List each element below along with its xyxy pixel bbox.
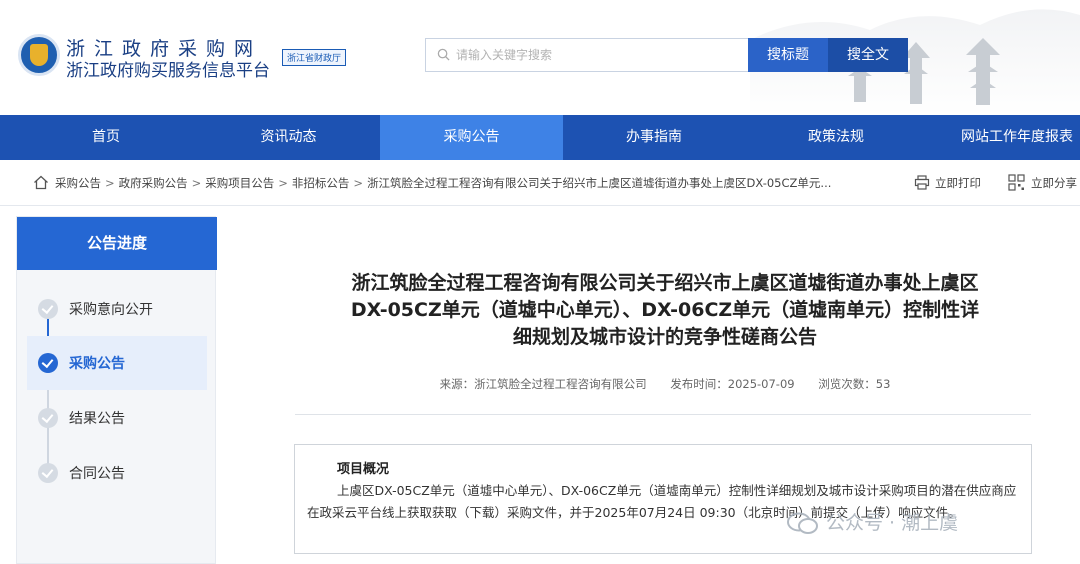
- article-source: 来源：浙江筑脸全过程工程咨询有限公司: [439, 377, 647, 391]
- nav-item-annual-report[interactable]: 网站工作年度报表: [927, 115, 1080, 160]
- search-icon: [437, 48, 450, 61]
- article-publish-time: 发布时间：2025-07-09: [670, 377, 795, 391]
- article-title-line: DX-05CZ单元（道墟中心单元）、DX-06CZ单元（道墟南单元）控制性详: [350, 299, 980, 321]
- wechat-watermark: 公众号 · 潮上虞: [786, 508, 958, 538]
- nav-item-news[interactable]: 资讯动态: [197, 115, 380, 160]
- breadcrumb: 采购公告 > 政府采购公告 > 采购项目公告 > 非招标公告 > 浙江筑脸全过程工程咨询有限公司…: [0, 160, 1080, 206]
- qr-share-icon[interactable]: [1008, 174, 1025, 191]
- article-title-line: 细规划及城市设计的竞争性磋商公告: [512, 326, 817, 348]
- search-title-button[interactable]: 搜标题: [748, 38, 828, 72]
- article-title: 浙江筑脸全过程工程咨询有限公司关于绍兴市上虞区道墟街道办事处上虞区 DX-05C…: [290, 270, 1040, 351]
- breadcrumb-trail: 采购公告 > 政府采购公告 > 采购项目公告 > 非招标公告 > 浙江筑脸全过程工程咨询有限公司…: [55, 176, 832, 190]
- search-box: [425, 38, 749, 72]
- article-title-line: 浙江筑脸全过程工程咨询有限公司关于绍兴市上虞区道墟街道办事处上虞区: [351, 272, 979, 294]
- nav-item-home[interactable]: 首页: [15, 115, 197, 160]
- site-header: 浙江政府采购网 浙江政府购买服务信息平台 浙江省财政厅 搜标题 搜全文: [0, 0, 1080, 115]
- wechat-icon: [787, 512, 818, 534]
- step-label: 采购意向公开: [69, 302, 153, 318]
- breadcrumb-link[interactable]: 采购公告: [55, 176, 101, 190]
- share-button[interactable]: 立即分享: [1031, 175, 1077, 191]
- step-label: 合同公告: [69, 466, 125, 482]
- notice-progress-sidebar: 公告进度 采购意向公开 采购公告 结果公告 合同公告: [16, 216, 217, 564]
- nav-item-policy[interactable]: 政策法规: [745, 115, 927, 160]
- print-button[interactable]: 立即打印: [935, 175, 981, 191]
- step-label: 结果公告: [69, 411, 125, 427]
- overview-title: 项目概况: [337, 462, 390, 477]
- dept-badge: 浙江省财政厅: [282, 49, 347, 66]
- site-logo[interactable]: [18, 34, 60, 76]
- breadcrumb-link[interactable]: 政府采购公告: [119, 176, 188, 190]
- nav-item-procurement[interactable]: 采购公告: [380, 115, 563, 160]
- breadcrumb-link[interactable]: 采购项目公告: [205, 176, 274, 190]
- check-circle-icon: [38, 299, 58, 319]
- check-circle-icon: [38, 353, 58, 373]
- search-input[interactable]: [456, 39, 741, 71]
- watermark-text: 公众号 · 潮上虞: [826, 512, 959, 534]
- breadcrumb-link[interactable]: 非招标公告: [292, 176, 350, 190]
- step-label: 采购公告: [69, 356, 125, 372]
- check-circle-icon: [38, 408, 58, 428]
- search-fulltext-button[interactable]: 搜全文: [828, 38, 908, 72]
- print-icon[interactable]: [914, 175, 930, 190]
- step-result-notice[interactable]: 结果公告: [27, 391, 207, 445]
- main-nav: 首页 资讯动态 采购公告 办事指南 政策法规 网站工作年度报表: [0, 115, 1080, 160]
- breadcrumb-current: 浙江筑脸全过程工程咨询有限公司关于绍兴市上虞区道墟街道办事处上虞区DX-05CZ…: [367, 176, 832, 190]
- divider: [295, 414, 1031, 415]
- nav-item-guide[interactable]: 办事指南: [563, 115, 745, 160]
- step-intention-disclosure[interactable]: 采购意向公开: [27, 282, 207, 336]
- check-circle-icon: [38, 463, 58, 483]
- article-meta: 来源：浙江筑脸全过程工程咨询有限公司 发布时间：2025-07-09 浏览次数：…: [290, 376, 1040, 392]
- step-contract-notice[interactable]: 合同公告: [27, 446, 207, 500]
- brand-subtitle: 浙江政府购买服务信息平台: [66, 61, 270, 81]
- article-views: 浏览次数：53: [818, 377, 891, 391]
- home-icon[interactable]: [33, 175, 49, 190]
- sidebar-title: 公告进度: [17, 217, 217, 270]
- step-procurement-notice[interactable]: 采购公告: [27, 336, 207, 390]
